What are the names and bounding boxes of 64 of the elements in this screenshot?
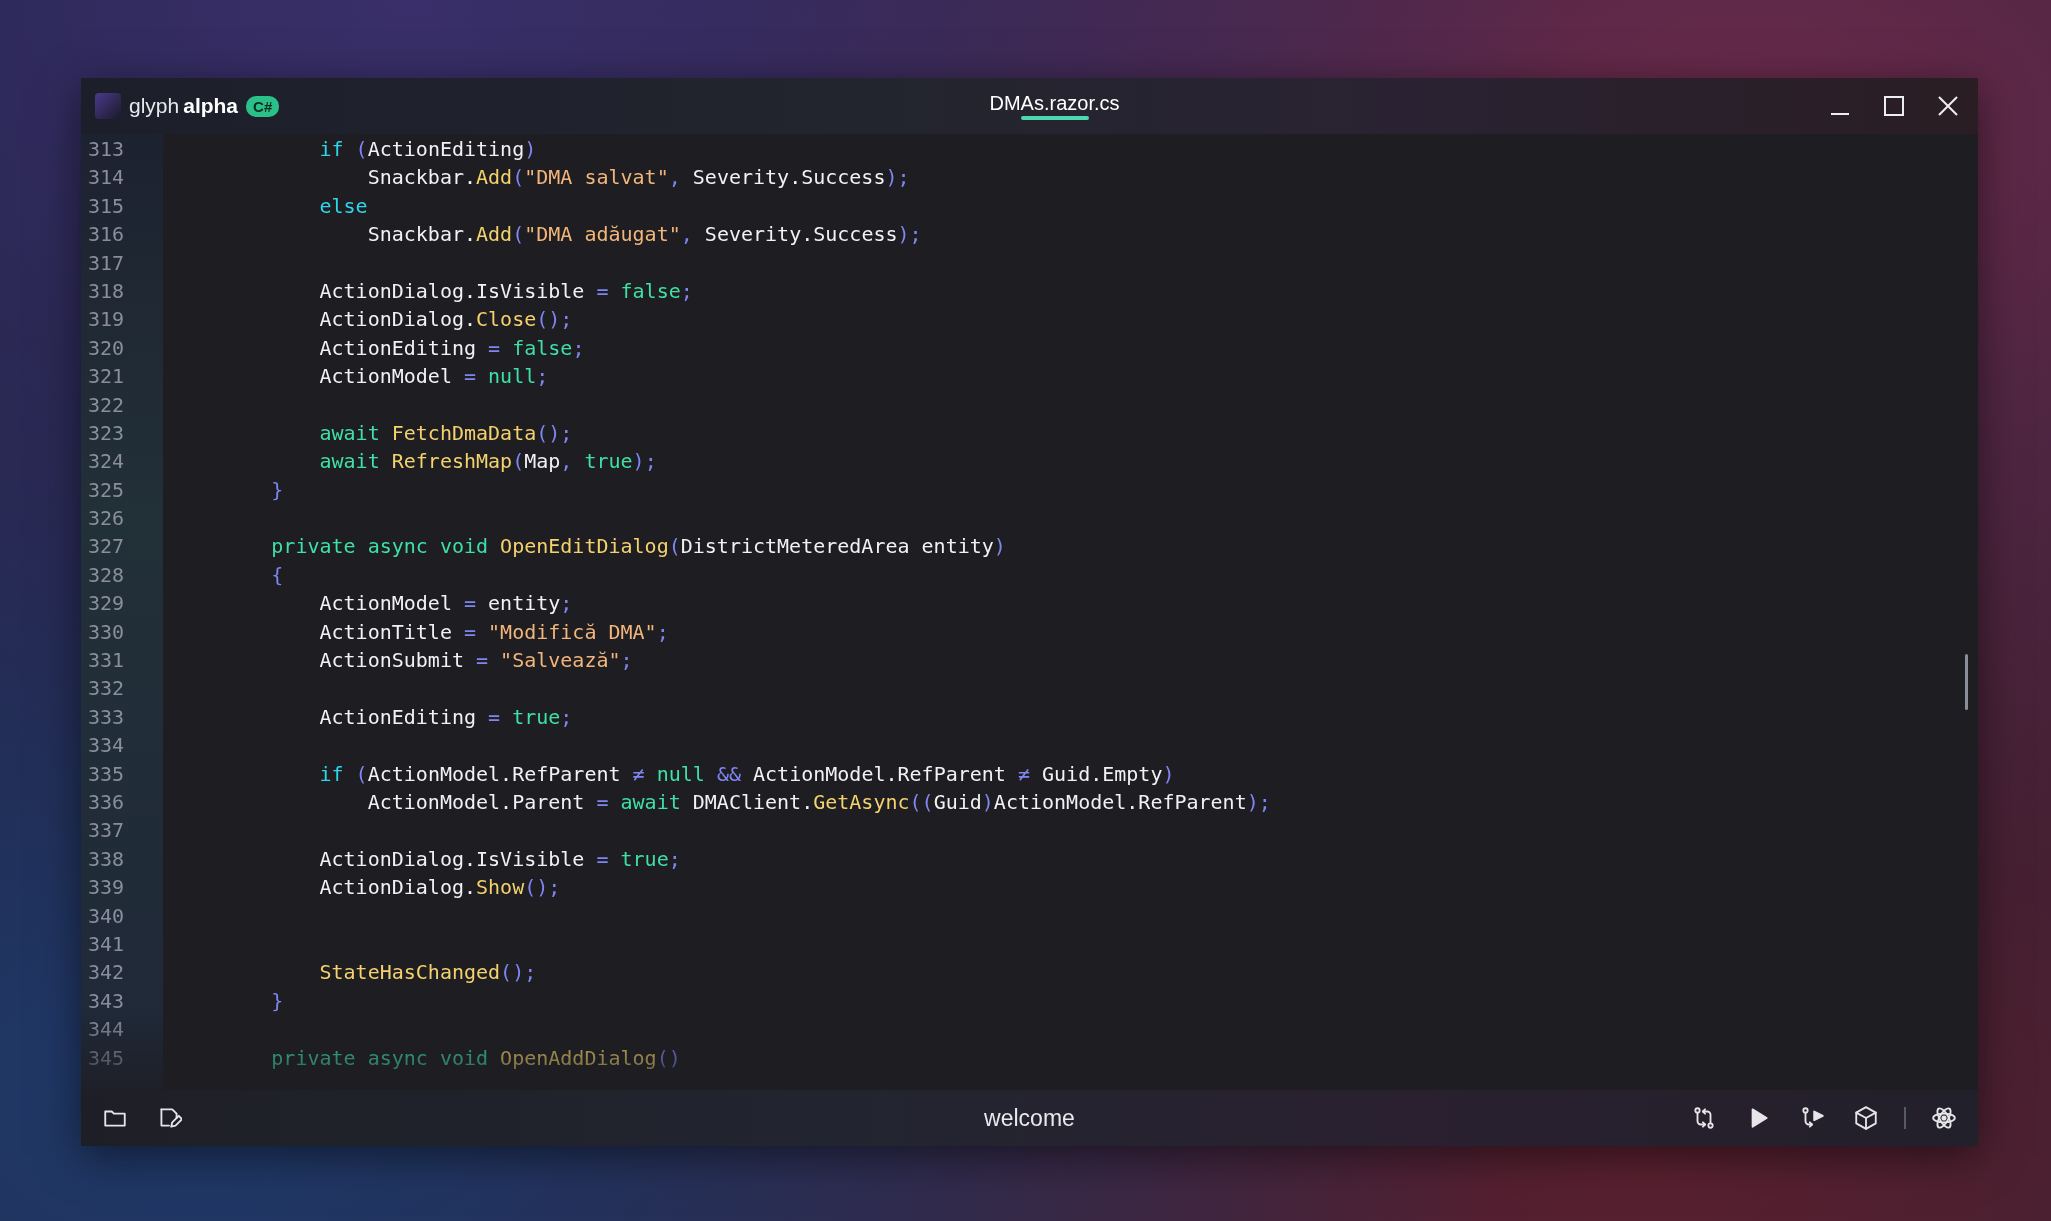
- line-number: 332: [88, 675, 125, 703]
- code-line: private async void OpenEditDialog(DistrictMeteredArea entity): [270, 533, 1006, 561]
- line-number: 345: [88, 1044, 125, 1072]
- code-line: ActionModel = null;: [318, 363, 549, 391]
- code-line: if (ActionEditing): [318, 136, 537, 163]
- code-line: ActionTitle = "Modifică DMA";: [318, 618, 669, 646]
- line-number: 317: [88, 249, 125, 277]
- code-line: await FetchDmaData();: [318, 419, 573, 447]
- line-number: 342: [88, 959, 125, 987]
- code-line: ActionModel = entity;: [318, 590, 573, 618]
- line-number: 323: [88, 419, 125, 447]
- line-number: 326: [88, 505, 125, 533]
- line-number: 331: [88, 647, 125, 675]
- line-number: 328: [88, 561, 125, 589]
- line-number: 334: [88, 732, 125, 760]
- code-line: await RefreshMap(Map, true);: [318, 448, 657, 476]
- line-number: 318: [88, 277, 125, 305]
- line-number: 336: [88, 789, 125, 816]
- code-line: }: [270, 987, 284, 1015]
- language-badge: C#: [246, 95, 280, 117]
- code-line: if (ActionModel.RefParent ≠ null && ActionModel.RefParent ≠ Guid.Empty): [318, 760, 1175, 788]
- line-number: 343: [88, 987, 125, 1015]
- app-name: glyph: [129, 94, 180, 118]
- line-number: 319: [88, 306, 125, 334]
- line-number: 321: [88, 363, 125, 391]
- line-number: 329: [88, 590, 125, 618]
- line-number: 344: [88, 1016, 125, 1044]
- line-number: 313: [88, 136, 125, 163]
- scrollbar-thumb[interactable]: [1965, 654, 1968, 710]
- line-number: 314: [88, 164, 125, 192]
- code-line: ActionDialog.Show();: [318, 874, 561, 902]
- line-number: 325: [88, 476, 125, 504]
- code-line: Snackbar.Add("DMA salvat", Severity.Success);: [366, 164, 910, 192]
- code-line: private async void OpenAddDialog(): [270, 1044, 681, 1072]
- line-number: 338: [88, 845, 125, 873]
- code-line: ActionEditing = false;: [318, 334, 585, 362]
- status-label: welcome: [984, 1104, 1075, 1132]
- line-number: 341: [88, 930, 125, 958]
- app-name-suffix: alpha: [183, 94, 239, 118]
- line-number: 322: [88, 391, 125, 419]
- code-line: ActionSubmit = "Salvează";: [318, 647, 633, 675]
- line-number: 324: [88, 448, 125, 476]
- line-number: 330: [88, 618, 125, 646]
- code-line: ActionEditing = true;: [318, 703, 573, 731]
- line-number: 327: [88, 533, 125, 561]
- line-number: 315: [88, 192, 125, 220]
- app-logo-icon: [95, 93, 121, 119]
- code-line: StateHasChanged();: [318, 959, 537, 987]
- code-line: {: [270, 561, 284, 589]
- line-number: 333: [88, 703, 125, 731]
- code-line: ActionDialog.IsVisible = true;: [318, 845, 681, 873]
- line-number: 340: [88, 902, 125, 930]
- line-number: 316: [88, 221, 125, 249]
- code-line: }: [270, 476, 284, 504]
- code-line: Snackbar.Add("DMA adăugat", Severity.Success);: [366, 221, 922, 249]
- code-line: ActionDialog.IsVisible = false;: [318, 277, 693, 305]
- code-line: ActionModel.Parent = await DMAClient.GetAsync((Guid)ActionModel.RefParent);: [366, 789, 1271, 816]
- file-tab[interactable]: DMAs.razor.cs: [983, 78, 1126, 122]
- line-number: 320: [88, 334, 125, 362]
- line-number: 339: [88, 874, 125, 902]
- code-line: else: [318, 192, 368, 220]
- line-number: 335: [88, 760, 125, 788]
- code-line: ActionDialog.Close();: [318, 306, 573, 334]
- line-number: 337: [88, 817, 125, 845]
